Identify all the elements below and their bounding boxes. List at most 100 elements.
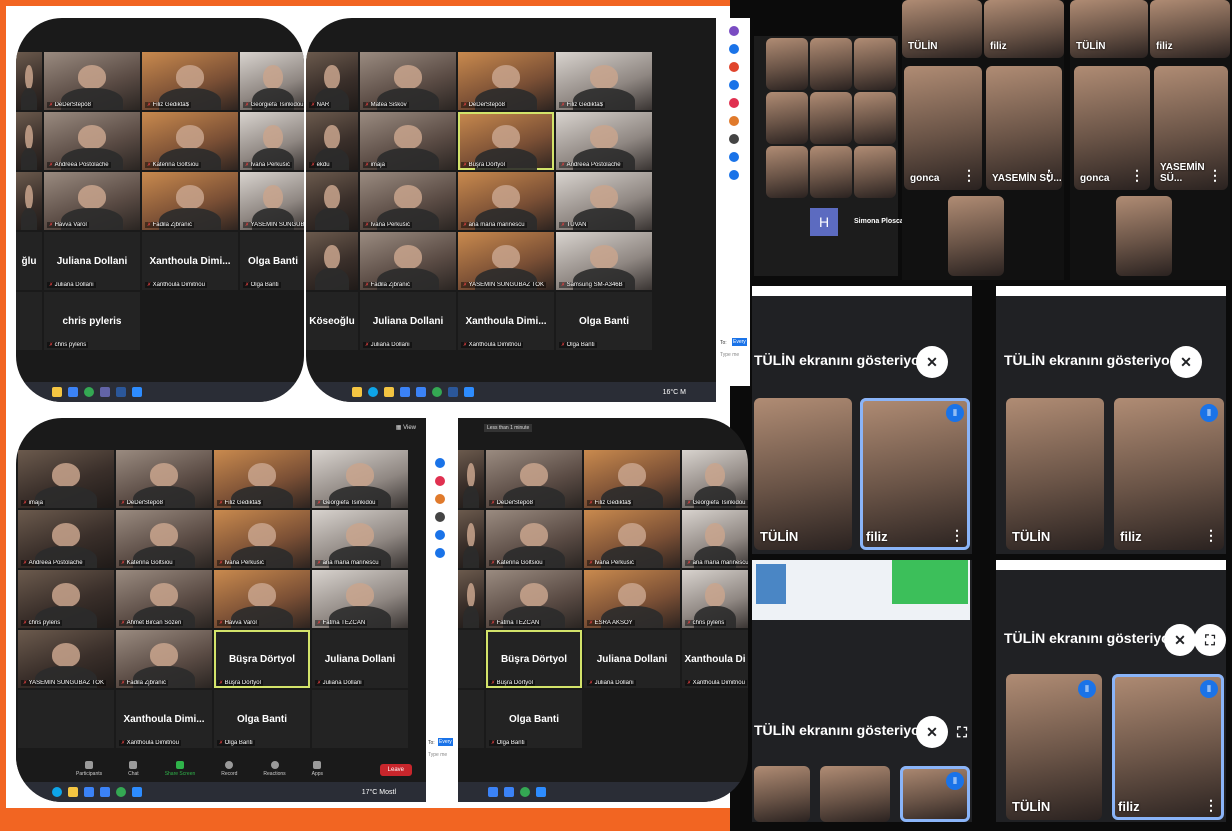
participant-tile[interactable]: NAR	[306, 52, 358, 110]
participant-tile[interactable]: Xanthoula Dimi... Xanthoula Dimitriou	[458, 292, 554, 350]
participant-tile[interactable]: Büşra Dörtyol	[458, 112, 554, 170]
participant-tile[interactable]: Filiz Gedikta$	[214, 450, 310, 508]
mail-icon[interactable]	[504, 787, 514, 797]
participant-tile[interactable]: Fatma TEZCAN	[486, 570, 582, 628]
participant-tile[interactable]: TÜVAN	[556, 172, 652, 230]
participant-tile[interactable]: Katerina Goltsiou	[142, 112, 238, 170]
participant-tile[interactable]: Fadila Zjbranić	[116, 630, 212, 688]
leave-button[interactable]: Leave	[379, 764, 412, 776]
participant-tile[interactable]: Havva Varol	[44, 172, 140, 230]
word-icon[interactable]	[116, 387, 126, 397]
teams-icon[interactable]	[100, 387, 110, 397]
participant-tile[interactable]: Filiz Gedikta$	[556, 52, 652, 110]
participant-tile[interactable]	[16, 292, 42, 350]
participant-tile[interactable]: ana maria marinescu	[458, 172, 554, 230]
participant-tile[interactable]: Havva Varol	[214, 570, 310, 628]
participant-tile[interactable]: Xanthoula Dimi... Xanthoula Dimitriou	[116, 690, 212, 748]
participant-tile[interactable]: Katerina Goltsiou	[116, 510, 212, 568]
file-explorer-icon[interactable]	[52, 387, 62, 397]
participant-tile[interactable]: Olga Banti Olga Banti	[240, 232, 304, 290]
participant-tile[interactable]: Olga Banti Olga Banti	[214, 690, 310, 748]
word-icon[interactable]	[448, 387, 458, 397]
edge-icon[interactable]	[52, 787, 62, 797]
pin-off-button[interactable]: ✕	[1170, 346, 1202, 378]
mail-icon[interactable]	[100, 787, 110, 797]
participant-tile[interactable]: Samsung SM-A346B	[556, 232, 652, 290]
participants-button[interactable]: Participants	[76, 761, 102, 777]
folder-icon[interactable]	[68, 787, 78, 797]
participant-tile[interactable]: YASEMİN SÜNGÜBAZ TOK	[458, 232, 554, 290]
participant-tile[interactable]	[16, 172, 42, 230]
participant-tile[interactable]: Juliana Dollani Juliana Dollani	[44, 232, 140, 290]
participant-tile[interactable]: Olga Banti Olga Banti	[486, 690, 582, 748]
chrome-icon[interactable]	[84, 387, 94, 397]
file-explorer-icon[interactable]	[352, 387, 362, 397]
participant-tile[interactable]: Juliana Dollani Juliana Dollani	[312, 630, 408, 688]
participant-tile[interactable]: Juliana Dollani Juliana Dollani	[360, 292, 456, 350]
fullscreen-button[interactable]: ⛶	[1194, 624, 1226, 656]
participant-tile[interactable]: imaja	[360, 112, 456, 170]
chat-button[interactable]: Chat	[128, 761, 139, 777]
participant-tile[interactable]: chris pyleris chris pyleris	[44, 292, 140, 350]
participant-tile[interactable]	[306, 172, 358, 230]
participant-tile[interactable]	[458, 690, 484, 748]
weather-widget[interactable]: 16°C M	[663, 389, 686, 396]
more-options-icon[interactable]: ⋮	[1208, 167, 1222, 184]
share-screen-button[interactable]: Share Screen	[165, 761, 195, 777]
participant-tile[interactable]	[312, 690, 408, 748]
more-options-icon[interactable]: ⋮	[1204, 797, 1218, 814]
zoom-icon[interactable]	[536, 787, 546, 797]
participant-tile[interactable]: Georgiefa Tsinkidou	[312, 450, 408, 508]
participant-tile[interactable]	[306, 232, 358, 290]
participant-tile[interactable]: Köseoğlu	[306, 292, 358, 350]
chat-input[interactable]: Type me	[720, 352, 739, 358]
participant-tile[interactable]: Fadila Zjbranić	[142, 172, 238, 230]
more-options-icon[interactable]: ⋮	[1130, 167, 1144, 184]
participant-tile[interactable]: Fatma TEZCAN	[312, 570, 408, 628]
fullscreen-button[interactable]: ⛶	[946, 716, 978, 748]
participant-tile[interactable]: Büşra Dörtyol Büşra Dörtyol	[486, 630, 582, 688]
participant-tile[interactable]	[458, 570, 484, 628]
participant-tile[interactable]: ana maria marinescu	[312, 510, 408, 568]
participant-tile[interactable]: Ahmet Bircan Sözeri	[116, 570, 212, 628]
participant-tile[interactable]: Juliana Dollani Juliana Dollani	[584, 630, 680, 688]
zoom-icon[interactable]	[464, 387, 474, 397]
weather-widget[interactable]: 17°C Mostl	[362, 789, 396, 796]
pin-off-button[interactable]: ✕	[916, 346, 948, 378]
participant-tile[interactable]: Ivana Perkušić	[214, 510, 310, 568]
participant-tile[interactable]: Büşra Dörtyol Büşra Dörtyol	[214, 630, 310, 688]
reactions-button[interactable]: Reactions	[263, 761, 286, 777]
participant-tile[interactable]: Georgiefa Tsinkidou	[682, 450, 748, 508]
more-options-icon[interactable]: ⋮	[950, 527, 964, 544]
mail-icon[interactable]	[416, 387, 426, 397]
participant-tile[interactable]: Andreea Postolache	[18, 510, 114, 568]
more-options-icon[interactable]: ⋮	[1042, 167, 1056, 184]
chrome-icon[interactable]	[116, 787, 126, 797]
more-options-icon[interactable]: ⋮	[1204, 527, 1218, 544]
participant-tile[interactable]: chris pyleris	[18, 570, 114, 628]
chat-input[interactable]: Type me	[428, 752, 447, 758]
participant-tile[interactable]: ana maria marinescu	[682, 510, 748, 568]
apps-button[interactable]: Apps	[312, 761, 323, 777]
participant-tile[interactable]: YASEMİN SÜNGÜBAZ TOK	[18, 630, 114, 688]
pin-off-button[interactable]: ✕	[916, 716, 948, 748]
participant-tile[interactable]: YASEMİN SÜNGÜBAZ TOK	[240, 172, 304, 230]
participant-tile[interactable]: Andreea Postolache	[44, 112, 140, 170]
record-button[interactable]: Record	[221, 761, 237, 777]
chat-recipient-select[interactable]: Every	[438, 738, 453, 746]
participant-tile[interactable]: Andreea Postolache	[556, 112, 652, 170]
participant-tile[interactable]: Xanthoula Dimi... Xanthoula Dimitriou	[142, 232, 238, 290]
participant-tile[interactable]: DeDerStepö8	[116, 450, 212, 508]
participant-tile[interactable]: Olga Banti Olga Banti	[556, 292, 652, 350]
participant-tile[interactable]	[16, 112, 42, 170]
participant-tile[interactable]: Ivana Perkušić	[360, 172, 456, 230]
participant-tile[interactable]: Ivana Perkušić	[240, 112, 304, 170]
participant-tile[interactable]: ekdu	[306, 112, 358, 170]
participant-tile[interactable]: Matea Šiškov	[360, 52, 456, 110]
store-icon[interactable]	[488, 787, 498, 797]
view-button[interactable]: ▦ View	[396, 424, 416, 431]
chat-recipient-select[interactable]: Every	[732, 338, 747, 346]
more-options-icon[interactable]: ⋮	[962, 167, 976, 184]
pin-off-button[interactable]: ✕	[1164, 624, 1196, 656]
participant-tile[interactable]	[18, 690, 114, 748]
